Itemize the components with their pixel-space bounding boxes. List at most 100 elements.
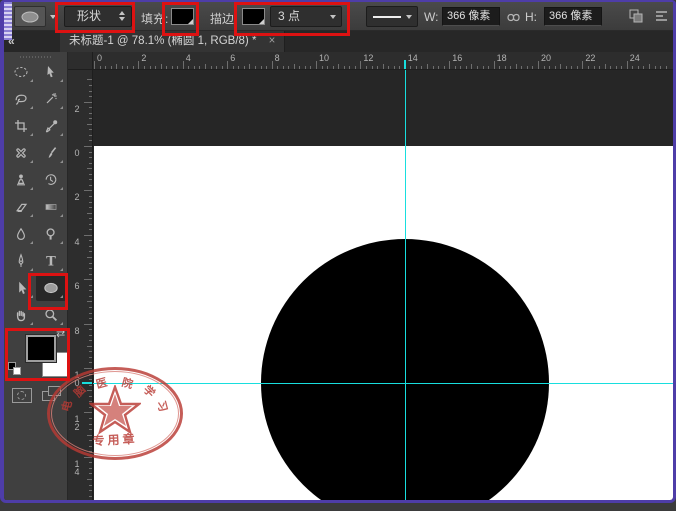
tool-spot-healing[interactable]: [6, 139, 36, 166]
ruler-tick: [133, 66, 134, 69]
ruler-tick: [199, 66, 200, 69]
ruler-tick: [460, 66, 461, 69]
path-alignment-button[interactable]: [654, 8, 674, 26]
ruler-tick: [333, 66, 334, 69]
ruler-tick: [416, 66, 417, 69]
tool-type[interactable]: T: [36, 247, 66, 274]
ruler-tick: [89, 224, 92, 225]
ruler-tick: [89, 91, 92, 92]
ruler-tick: [338, 64, 339, 69]
guide-position-marker: [404, 60, 406, 69]
ruler-tick: [427, 64, 428, 69]
eraser-icon: [13, 199, 29, 215]
tool-brush[interactable]: [36, 139, 66, 166]
document-tab-title: 未标题-1 @ 78.1% (椭圆 1, RGB/8) *: [69, 35, 256, 47]
ruler-tick: [89, 129, 92, 130]
tool-preset-button[interactable]: [14, 6, 46, 27]
ruler-tick: [84, 190, 92, 191]
ruler-tick: [177, 66, 178, 69]
ruler-tick: [111, 66, 112, 69]
chevron-down-icon: [406, 15, 412, 19]
ruler-tick: [166, 66, 167, 69]
tool-blur[interactable]: [6, 220, 36, 247]
ruler-label: 2: [141, 53, 146, 63]
ruler-label: 0: [97, 53, 102, 63]
tool-pen[interactable]: [6, 247, 36, 274]
tool-magic-wand[interactable]: [36, 85, 66, 112]
ruler-tick: [372, 66, 373, 69]
stroke-style-dropdown[interactable]: [366, 6, 418, 27]
spot-healing-icon: [13, 145, 29, 161]
ruler-tick: [89, 246, 92, 247]
ruler-tick: [89, 251, 92, 252]
ruler-tick: [87, 346, 92, 347]
tool-lasso[interactable]: [6, 85, 36, 112]
path-selection-icon: [13, 280, 29, 296]
ruler-tick: [555, 66, 556, 69]
tool-elliptical-marquee[interactable]: [6, 58, 36, 85]
ruler-tick: [172, 66, 173, 69]
brush-icon: [43, 145, 59, 161]
ruler-label: 14: [408, 53, 418, 63]
ruler-tick: [155, 66, 156, 69]
ruler-tick: [471, 64, 472, 69]
ruler-tick: [89, 340, 92, 341]
ruler-tick: [84, 146, 92, 147]
ruler-label: 0: [72, 149, 82, 157]
ruler-tick: [499, 66, 500, 69]
ruler-tick: [344, 66, 345, 69]
tool-crop[interactable]: [6, 112, 36, 139]
ruler-tick: [94, 61, 95, 69]
tool-gradient[interactable]: [36, 193, 66, 220]
ruler-tick: [521, 66, 522, 69]
ruler-tick: [205, 64, 206, 69]
annotation-box-ellipse-tool: [28, 273, 68, 310]
ruler-tick: [261, 66, 262, 69]
ruler-tick: [89, 329, 92, 330]
ruler-tick: [89, 179, 92, 180]
ruler-tick: [89, 174, 92, 175]
ruler-tick: [150, 66, 151, 69]
ruler-tick: [211, 66, 212, 69]
path-operations-button[interactable]: [628, 8, 648, 26]
ruler-label: 20: [541, 53, 551, 63]
ruler-tick: [360, 61, 361, 69]
tab-close-button[interactable]: ×: [269, 35, 276, 47]
link-dimensions-icon[interactable]: [506, 10, 526, 28]
ruler-tick: [244, 66, 245, 69]
ruler-corner[interactable]: [68, 52, 93, 70]
ruler-label: 6: [72, 282, 82, 290]
type-icon: T: [43, 253, 59, 269]
ruler-tick: [89, 118, 92, 119]
ruler-tick: [527, 66, 528, 69]
crop-icon: [13, 118, 29, 134]
quick-mask-button[interactable]: [12, 388, 32, 403]
shape-width-field[interactable]: 366 像素: [442, 7, 500, 26]
ruler-tick: [627, 61, 628, 69]
tool-eyedropper[interactable]: [36, 112, 66, 139]
ruler-tick: [327, 66, 328, 69]
vertical-guide[interactable]: [405, 70, 406, 500]
ruler-tick: [227, 61, 228, 69]
tool-dodge[interactable]: [36, 220, 66, 247]
tool-clone-stamp[interactable]: [6, 166, 36, 193]
ruler-tick: [538, 61, 539, 69]
ruler-tick: [272, 61, 273, 69]
tool-history-brush[interactable]: [36, 166, 66, 193]
ruler-tick: [438, 66, 439, 69]
ruler-tick: [594, 66, 595, 69]
ruler-tick: [643, 66, 644, 69]
stroke-style-preview: [373, 16, 401, 18]
tool-move[interactable]: [36, 58, 66, 85]
shape-height-field[interactable]: 366 像素: [544, 7, 602, 26]
ruler-label: 8: [72, 327, 82, 335]
ruler-tick: [89, 185, 92, 186]
ruler-tick: [89, 263, 92, 264]
horizontal-ruler[interactable]: 024681012141618202224: [93, 52, 673, 70]
tool-eraser[interactable]: [6, 193, 36, 220]
ruler-tick: [87, 168, 92, 169]
ruler-tick: [105, 66, 106, 69]
ruler-tick: [89, 152, 92, 153]
ruler-tick: [161, 64, 162, 69]
ruler-tick: [89, 140, 92, 141]
